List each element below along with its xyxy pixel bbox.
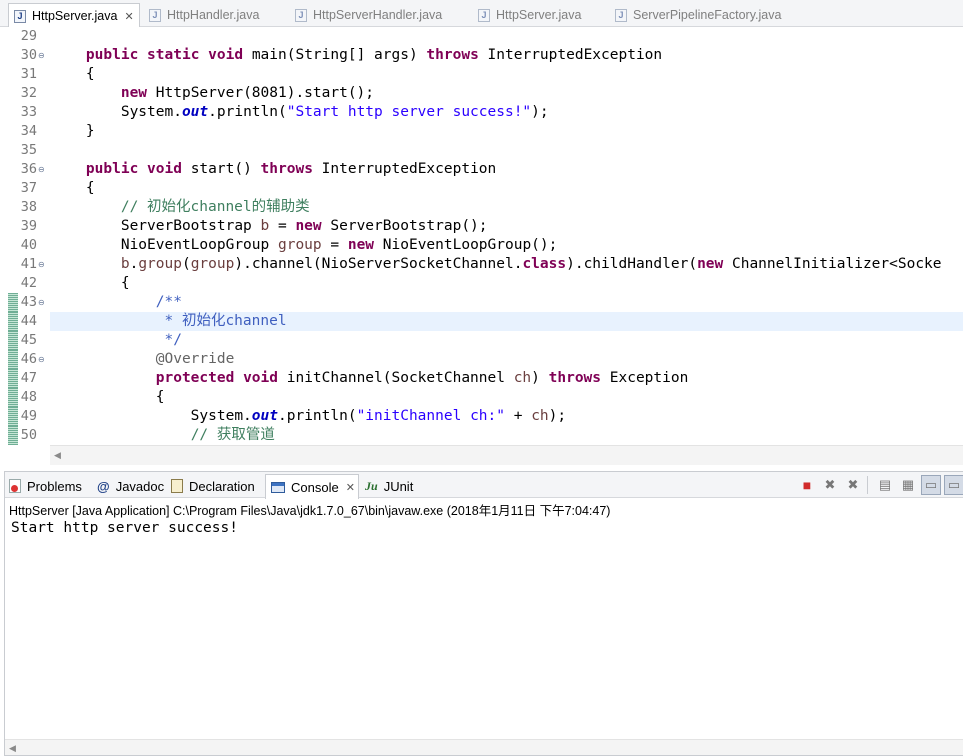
editor-tab-bar: J HttpServer.java ✕ J HttpHandler.java J… bbox=[0, 0, 963, 28]
fold-toggle-icon[interactable]: ⊖ bbox=[38, 255, 45, 274]
editor-tab-label: HttpServerHandler.java bbox=[313, 8, 443, 22]
line-number: 36 bbox=[20, 161, 37, 177]
remove-launch-icon[interactable]: ✖ bbox=[820, 475, 840, 495]
code-line[interactable]: * 初始化channel bbox=[51, 312, 286, 331]
code-line[interactable]: { bbox=[51, 65, 95, 84]
tab-label: Javadoc bbox=[115, 478, 165, 494]
line-number: 38 bbox=[20, 199, 37, 215]
code-line[interactable]: // 获取管道 bbox=[51, 426, 275, 445]
line-number: 41 bbox=[20, 256, 37, 272]
fold-toggle-icon[interactable]: ⊖ bbox=[38, 46, 45, 65]
line-number: 47 bbox=[20, 370, 37, 386]
code-line[interactable]: /** bbox=[51, 293, 182, 312]
scroll-left-icon[interactable]: ◀ bbox=[54, 450, 61, 461]
code-line[interactable]: new HttpServer(8081).start(); bbox=[51, 84, 374, 103]
editor-horizontal-scrollbar[interactable]: ◀ bbox=[50, 445, 963, 465]
line-number: 44 bbox=[20, 313, 37, 329]
code-line[interactable]: } bbox=[51, 122, 95, 141]
declaration-icon bbox=[171, 479, 183, 493]
line-number: 34 bbox=[20, 123, 37, 139]
tab-declaration[interactable]: Declaration bbox=[171, 474, 255, 498]
code-line[interactable]: System.out.println("Start http server su… bbox=[51, 103, 549, 122]
line-number: 49 bbox=[20, 408, 37, 424]
javadoc-at-icon: @ bbox=[97, 478, 110, 494]
code-line[interactable]: @Override bbox=[51, 350, 235, 369]
code-line[interactable]: protected void initChannel(SocketChannel… bbox=[51, 369, 689, 388]
terminate-icon[interactable]: ■ bbox=[797, 475, 817, 495]
code-line[interactable]: public void start() throws InterruptedEx… bbox=[51, 160, 496, 179]
remove-all-terminated-icon[interactable]: ✖ bbox=[843, 475, 863, 495]
line-number: 45 bbox=[20, 332, 37, 348]
code-line[interactable]: { bbox=[51, 179, 95, 198]
close-icon[interactable]: ✕ bbox=[124, 10, 133, 23]
console-icon bbox=[271, 481, 285, 493]
code-line[interactable]: // 初始化channel的辅助类 bbox=[51, 198, 310, 217]
code-line[interactable]: NioEventLoopGroup group = new NioEventLo… bbox=[51, 236, 558, 255]
line-number: 40 bbox=[20, 237, 37, 253]
line-number: 31 bbox=[20, 66, 37, 82]
java-file-icon: J bbox=[615, 8, 627, 22]
editor-tab-label: HttpHandler.java bbox=[167, 8, 260, 22]
line-number: 39 bbox=[20, 218, 37, 234]
tab-junit[interactable]: Ju JUnit bbox=[365, 474, 413, 498]
line-number: 46 bbox=[20, 351, 37, 367]
java-file-icon: J bbox=[14, 9, 26, 23]
line-number: 48 bbox=[20, 389, 37, 405]
console-horizontal-scrollbar[interactable]: ◀ bbox=[5, 739, 963, 755]
pin-console-icon[interactable]: ▭ bbox=[944, 475, 963, 495]
console-toolbar: ■ ✖ ✖ ▤ ▦ ▭ ▭ bbox=[794, 475, 963, 495]
line-number: 42 bbox=[20, 275, 37, 291]
editor-tab-label: HttpServer.java bbox=[32, 9, 118, 23]
line-number: 29 bbox=[20, 28, 37, 44]
editor-tab-label: ServerPipelineFactory.java bbox=[633, 8, 782, 22]
problems-icon bbox=[9, 479, 21, 493]
line-number: 30 bbox=[20, 47, 37, 63]
code-line[interactable]: { bbox=[51, 274, 130, 293]
tab-console[interactable]: Console ✕ bbox=[265, 474, 359, 499]
code-line[interactable]: */ bbox=[51, 331, 181, 350]
line-number: 50 bbox=[20, 427, 37, 443]
editor-tab-serverpipelinefactory[interactable]: J ServerPipelineFactory.java bbox=[615, 3, 781, 27]
tab-label: Problems bbox=[27, 478, 82, 494]
close-icon[interactable]: ✕ bbox=[346, 481, 355, 494]
line-number: 35 bbox=[20, 142, 37, 158]
editor-tab-httphandler[interactable]: J HttpHandler.java bbox=[149, 3, 259, 27]
tab-label: Console bbox=[291, 479, 339, 495]
java-file-icon: J bbox=[478, 8, 490, 22]
code-line[interactable]: { bbox=[51, 388, 165, 407]
line-number: 32 bbox=[20, 85, 37, 101]
code-editor[interactable]: 29 30 ⊖ public static void main(String[] a… bbox=[0, 27, 963, 445]
fold-toggle-icon[interactable]: ⊖ bbox=[38, 350, 45, 369]
console-output[interactable]: Start http server success! bbox=[11, 520, 238, 536]
editor-tab-label: HttpServer.java bbox=[496, 8, 582, 22]
fold-toggle-icon[interactable]: ⊖ bbox=[38, 160, 45, 179]
editor-tab-httpserver-2[interactable]: J HttpServer.java bbox=[478, 3, 581, 27]
console-launch-info: HttpServer [Java Application] C:\Program… bbox=[9, 504, 611, 518]
tab-label: JUnit bbox=[383, 478, 414, 494]
scroll-lock-icon[interactable]: ▦ bbox=[898, 475, 918, 495]
line-number: 43 bbox=[20, 294, 37, 310]
fold-toggle-icon[interactable]: ⊖ bbox=[38, 293, 45, 312]
code-line[interactable]: System.out.println("initChannel ch:" + c… bbox=[51, 407, 566, 426]
tab-label: Declaration bbox=[189, 478, 255, 494]
code-line[interactable]: ServerBootstrap b = new ServerBootstrap(… bbox=[51, 217, 488, 236]
tab-javadoc[interactable]: @ Javadoc bbox=[97, 474, 164, 498]
bottom-view-stack: Problems @ Javadoc Declaration Console ✕… bbox=[4, 471, 963, 756]
show-console-on-output-icon[interactable]: ▭ bbox=[921, 475, 941, 495]
java-file-icon: J bbox=[295, 8, 307, 22]
toolbar-separator bbox=[867, 476, 868, 494]
java-file-icon: J bbox=[149, 8, 161, 22]
scroll-left-icon[interactable]: ◀ bbox=[9, 743, 16, 754]
line-number: 37 bbox=[20, 180, 37, 196]
editor-tab-httpserver[interactable]: J HttpServer.java ✕ bbox=[8, 3, 140, 28]
view-tab-bar: Problems @ Javadoc Declaration Console ✕… bbox=[5, 472, 963, 499]
code-line[interactable]: public static void main(String[] args) t… bbox=[51, 46, 662, 65]
line-number: 33 bbox=[20, 104, 37, 120]
junit-icon: Ju bbox=[365, 478, 378, 493]
tab-problems[interactable]: Problems bbox=[9, 474, 82, 498]
editor-tab-httpserverhandler[interactable]: J HttpServerHandler.java bbox=[295, 3, 442, 27]
code-line[interactable]: b.group(group).channel(NioServerSocketCh… bbox=[51, 255, 942, 274]
clear-console-icon[interactable]: ▤ bbox=[875, 475, 895, 495]
